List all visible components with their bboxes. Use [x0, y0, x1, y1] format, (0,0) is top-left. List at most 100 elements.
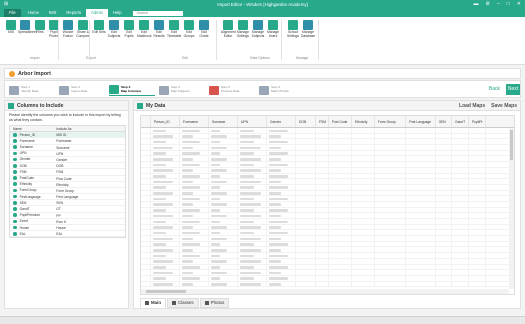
grid-column-header[interactable]: Surname	[209, 116, 238, 127]
check-icon[interactable]	[13, 139, 17, 143]
grid-column-header[interactable]: FSM	[316, 116, 329, 127]
grid-column-header[interactable]: Form Group	[375, 116, 406, 127]
minimize-icon[interactable]: –	[497, 1, 500, 7]
search-input[interactable]: Search	[132, 10, 183, 16]
include-as-cell[interactable]: SEN	[54, 200, 125, 205]
next-button[interactable]: Next	[506, 84, 520, 95]
check-icon[interactable]	[13, 231, 17, 236]
ribbon-edit-markbook-button[interactable]: Edit Markbook	[137, 20, 151, 38]
menu-reports[interactable]: Reports	[61, 9, 86, 17]
check-icon[interactable]	[13, 157, 17, 162]
check-icon[interactable]	[13, 163, 17, 168]
step-identify-data[interactable]: Step 1 Identify Data	[9, 84, 55, 96]
grid-column-header[interactable]: SEN	[436, 116, 452, 127]
column-map-row[interactable]: EAL EAL	[10, 231, 125, 238]
include-as-cell[interactable]: House	[54, 225, 125, 230]
step-match-pupils[interactable]: Step 6 Match Pupils	[259, 84, 305, 96]
close-icon[interactable]: ✕	[517, 1, 521, 7]
ribbon-wonde-fusion-button[interactable]: Wonde Fusion	[61, 20, 75, 38]
check-icon[interactable]	[13, 176, 17, 180]
check-icon[interactable]	[13, 145, 17, 149]
step-map-subjects[interactable]: Step 4 Map Subjects	[159, 84, 205, 96]
ribbon-edit-results-button[interactable]: Edit Results	[152, 20, 166, 38]
grid-cell	[406, 275, 436, 281]
ribbon-manage-database-button[interactable]: Manage Database	[301, 20, 315, 38]
include-as-cell[interactable]: Gender	[54, 157, 125, 162]
include-as-cell[interactable]: First Language	[54, 194, 125, 199]
check-icon[interactable]	[13, 132, 17, 137]
grid-column-header[interactable]: Ethnicity	[352, 116, 375, 127]
horizontal-scrollbar[interactable]	[141, 289, 509, 294]
ribbon-alignment-editor-button[interactable]: Alignment Editor	[221, 20, 236, 38]
include-as-cell[interactable]: DOB	[54, 163, 125, 168]
settings-icon[interactable]: ⚙	[486, 1, 490, 7]
vertical-scrollbar[interactable]	[509, 128, 514, 289]
ribbon-edit-subjects-button[interactable]: Edit Subjects	[107, 20, 121, 38]
check-icon[interactable]	[13, 182, 17, 187]
grid-cell	[296, 179, 316, 184]
include-as-cell[interactable]: Post Code	[54, 176, 125, 181]
ribbon-edit-grade-button[interactable]: Edit Grade	[197, 20, 211, 38]
include-as-cell[interactable]: Ever 6	[54, 219, 125, 224]
ribbon-edit-sets-button[interactable]: Edit Sets	[92, 20, 106, 35]
check-icon[interactable]	[13, 194, 17, 199]
back-button[interactable]: Back	[489, 86, 500, 92]
include-as-cell[interactable]: UPN	[54, 151, 125, 156]
ribbon-share-compare-button[interactable]: Share & Compare	[76, 20, 90, 38]
include-as-cell[interactable]: EAL	[54, 231, 125, 236]
ribbon-manage-subjects-button[interactable]: Manage Subjects	[251, 20, 265, 38]
tab-classes[interactable]: Classes	[167, 298, 199, 308]
check-icon[interactable]	[13, 151, 17, 156]
check-icon[interactable]	[13, 213, 17, 218]
check-icon[interactable]	[13, 219, 17, 224]
menu-help[interactable]: Help	[108, 9, 127, 17]
menu-file[interactable]: File	[4, 9, 21, 17]
include-as-cell[interactable]: Form Group	[54, 188, 125, 193]
check-icon[interactable]	[13, 207, 17, 211]
grid-column-header[interactable]: PupilPr	[469, 116, 486, 127]
include-as-cell[interactable]: PP	[54, 213, 125, 218]
ribbon-mis-button[interactable]: MIS	[4, 20, 18, 35]
tab-photos[interactable]: Photos	[199, 298, 230, 308]
grid-column-header[interactable]: First Language	[406, 116, 436, 127]
tab-main[interactable]: Main	[140, 298, 167, 308]
grid-column-header[interactable]: UPN	[238, 116, 267, 127]
account-icon[interactable]: ▬	[474, 1, 479, 7]
ribbon-edit-timetable-button[interactable]: Edit Timetable	[167, 20, 181, 38]
step-map-columns[interactable]: Step 3 Map Columns	[109, 84, 155, 96]
grid-column-header[interactable]: Forename	[180, 116, 209, 127]
grid-row[interactable]	[141, 281, 514, 288]
grid-column-header[interactable]: DOB	[296, 116, 316, 127]
ribbon-spreadsheet-button[interactable]: Spreadsheet	[18, 20, 37, 35]
step-import-data[interactable]: Step 2 Import Data	[59, 84, 105, 96]
check-icon[interactable]	[13, 170, 17, 174]
grid-column-header[interactable]: Gender	[267, 116, 296, 127]
menu-admin[interactable]: Admin	[86, 9, 108, 17]
ribbon-edit-groups-button[interactable]: Edit Groups	[182, 20, 196, 38]
menu-home[interactable]: Home	[23, 9, 44, 17]
grid-column-header[interactable]: GandT	[452, 116, 469, 127]
ribbon-manage-users-button[interactable]: Manage Users	[266, 20, 280, 38]
save-maps-button[interactable]: Save Maps	[491, 103, 517, 109]
data-grid[interactable]: Person_ID Forename Surname UPN Gender DOB FSM P…	[140, 115, 515, 295]
include-as-cell[interactable]: MIS ID	[54, 132, 125, 137]
grid-column-header[interactable]: Person_ID	[151, 116, 180, 127]
include-as-cell[interactable]: GT	[54, 206, 125, 211]
include-as-cell[interactable]: FSM	[54, 169, 125, 174]
ribbon-school-settings-button[interactable]: School Settings	[286, 20, 300, 38]
include-as-cell[interactable]: Surname	[54, 145, 125, 150]
check-icon[interactable]	[13, 225, 17, 230]
step-preview-data[interactable]: Step 5 Preview Data	[209, 84, 255, 96]
check-icon[interactable]	[13, 188, 17, 193]
check-icon[interactable]	[13, 201, 17, 205]
include-as-cell[interactable]: Ethnicity	[54, 182, 125, 187]
grid-column-header[interactable]: Post Code	[329, 116, 352, 127]
ribbon-manage-settings-button[interactable]: Manage Settings	[236, 20, 250, 38]
include-as-cell[interactable]: Forename	[54, 138, 125, 143]
ribbon-files-button[interactable]: Files	[33, 20, 47, 35]
load-maps-button[interactable]: Load Maps	[459, 103, 485, 109]
ribbon-edit-pupils-button[interactable]: Edit Pupils	[122, 20, 136, 38]
menu-ims[interactable]: IMS	[44, 9, 61, 17]
grid-cell	[316, 201, 329, 207]
maximize-icon[interactable]: □	[507, 1, 510, 7]
